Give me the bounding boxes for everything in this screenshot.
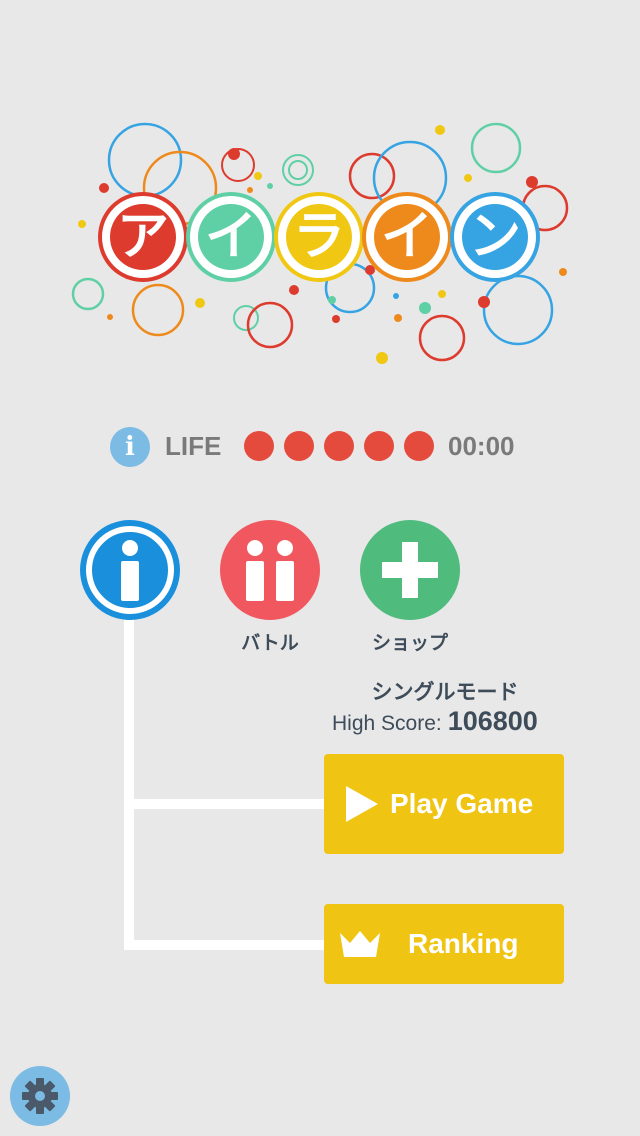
connector-play-line — [124, 799, 324, 809]
life-label: LIFE — [165, 431, 222, 461]
life-dot — [364, 431, 394, 461]
play-game-label: Play Game — [390, 788, 534, 819]
crown-icon — [340, 931, 380, 957]
play-icon — [346, 786, 378, 822]
mode-title: シングルモード — [371, 680, 519, 704]
play-game-button[interactable]: Play Game — [324, 754, 564, 854]
life-bar: i LIFE 00:00 — [110, 426, 530, 467]
life-dot — [244, 431, 274, 461]
gear-icon — [22, 1078, 58, 1114]
game-logo: ア イ ラ イ ン — [60, 110, 580, 380]
life-dot — [404, 431, 434, 461]
logo-letter-n-inner: ン — [462, 204, 528, 270]
high-score-label: High Score: — [332, 712, 442, 735]
shop-label: ショップ — [371, 632, 448, 654]
settings-button[interactable] — [10, 1066, 70, 1126]
logo-letter-a: ア — [102, 196, 184, 278]
logo-letter-i2: イ — [366, 196, 448, 278]
logo-letter-ra: ラ — [278, 196, 360, 278]
ranking-button[interactable]: Ranking — [324, 904, 564, 984]
life-dot — [284, 431, 314, 461]
single-mode-button[interactable] — [80, 520, 180, 620]
shop-button[interactable] — [360, 520, 460, 620]
logo-letter-ra-inner: ラ — [286, 204, 352, 270]
plus-icon — [382, 542, 438, 598]
logo-letter-i2-inner: イ — [374, 204, 440, 270]
logo-letter-i: イ — [190, 196, 272, 278]
connector-ranking-line — [124, 940, 324, 950]
info-icon — [121, 540, 139, 601]
connector-vertical-line — [124, 618, 134, 950]
high-score-value: 106800 — [447, 706, 538, 736]
logo-letter-a-inner: ア — [110, 204, 176, 270]
life-info-icon[interactable]: i — [110, 427, 150, 467]
life-dot — [324, 431, 354, 461]
battle-mode-button[interactable] — [220, 520, 320, 620]
battle-mode-label: バトル — [241, 632, 299, 654]
logo-letter-n: ン — [454, 196, 536, 278]
single-mode-ring — [86, 526, 174, 614]
life-timer: 00:00 — [448, 431, 515, 461]
logo-letter-i-inner: イ — [198, 204, 264, 270]
battle-icon — [246, 540, 294, 601]
high-score: High Score: 106800 — [332, 706, 572, 737]
ranking-label: Ranking — [408, 928, 519, 959]
